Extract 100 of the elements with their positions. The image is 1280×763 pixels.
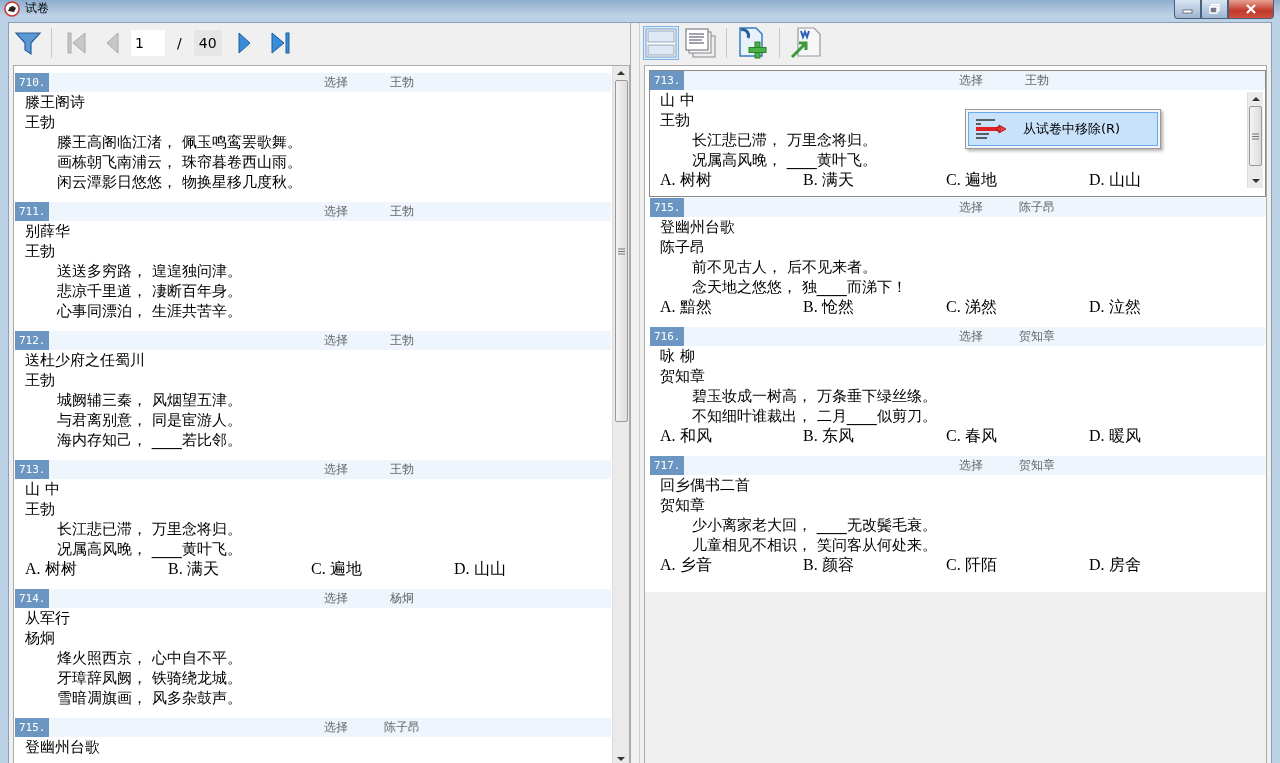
poem-title: 咏 柳 xyxy=(660,346,695,366)
answer-option: C. 遍地 xyxy=(311,559,454,579)
answer-option: D. 房舍 xyxy=(1089,555,1232,575)
answer-option: A. 黯然 xyxy=(660,297,803,317)
poem-line: 碧玉妆成一树高， 万条垂下绿丝绦。 xyxy=(692,386,937,406)
poem-line: 悲凉千里道， 凄断百年身。 xyxy=(57,281,242,301)
question-type: 选择 xyxy=(959,199,984,216)
question-author: 贺知章 xyxy=(1018,457,1056,474)
scrollbar-thumb[interactable] xyxy=(1249,106,1262,166)
poem-title: 送杜少府之任蜀川 xyxy=(25,350,145,370)
poem-title: 别薛华 xyxy=(25,221,70,241)
answer-option: C. 阡陌 xyxy=(946,555,1089,575)
close-icon xyxy=(1245,4,1257,14)
app-icon xyxy=(4,0,20,17)
question-type: 选择 xyxy=(959,72,984,89)
answer-option: C. 遍地 xyxy=(946,170,1089,190)
restore-button[interactable] xyxy=(1201,0,1228,19)
poem-line: 闲云潭影日悠悠， 物换星移几度秋。 xyxy=(57,172,302,192)
question-type: 选择 xyxy=(959,328,984,345)
poet-name: 王勃 xyxy=(660,110,690,130)
answer-option: B. 颜容 xyxy=(803,555,946,575)
poem-line: 况属高风晚， ____黄叶飞。 xyxy=(57,539,242,559)
list-view-button[interactable] xyxy=(643,26,679,60)
poem-title: 山 中 xyxy=(25,479,60,499)
question-author: 王勃 xyxy=(1024,72,1050,89)
question-number: 714. xyxy=(15,589,49,608)
poem-title: 山 中 xyxy=(660,90,695,110)
answer-option: D. 山山 xyxy=(454,559,597,579)
question-author: 陈子昂 xyxy=(1018,199,1056,216)
window-title: 试卷 xyxy=(25,0,49,17)
question-type: 选择 xyxy=(324,332,349,349)
restore-icon xyxy=(1208,4,1221,14)
poet-name: 贺知章 xyxy=(660,366,705,386)
poem-title: 回乡偶书二首 xyxy=(660,475,750,495)
poem-line: 长江悲已滞， 万里念将归。 xyxy=(57,519,242,539)
rows-icon xyxy=(645,28,677,58)
answer-option: B. 怆然 xyxy=(803,297,946,317)
up-arrow-icon xyxy=(617,70,626,76)
answer-option: D. 山山 xyxy=(1089,170,1232,190)
poem-line: 与君离别意， 同是宦游人。 xyxy=(57,410,242,430)
page-view-button[interactable] xyxy=(683,26,719,60)
poet-name: 王勃 xyxy=(25,499,55,519)
question-author: 王勃 xyxy=(389,332,415,349)
answer-option: C. 涕然 xyxy=(946,297,1089,317)
question-number: 717. xyxy=(650,456,684,475)
grip-icon xyxy=(1252,132,1259,140)
answer-option: A. 树树 xyxy=(660,170,803,190)
question-author: 杨炯 xyxy=(389,590,415,607)
minimize-button[interactable] xyxy=(1174,0,1201,19)
question-author: 王勃 xyxy=(389,203,415,220)
answer-option: C. 春风 xyxy=(946,426,1089,446)
page-number-field[interactable]: 1 xyxy=(131,30,165,56)
poem-line: 烽火照西京， 心中自不平。 xyxy=(57,648,242,668)
poem-line: 滕王高阁临江渚， 佩玉鸣鸾罢歌舞。 xyxy=(57,132,302,152)
answer-option: B. 满天 xyxy=(168,559,311,579)
close-button[interactable] xyxy=(1228,0,1274,19)
question-type: 选择 xyxy=(324,203,349,220)
page-count: 40 xyxy=(193,30,222,56)
poem-line: 送送多穷路， 遑遑独问津。 xyxy=(57,261,242,281)
scrollbar-thumb[interactable] xyxy=(614,80,628,422)
page-separator: / xyxy=(177,35,182,51)
funnel-icon xyxy=(14,29,42,57)
poem-line: 城阙辅三秦， 风烟望五津。 xyxy=(57,390,242,410)
scrollbar[interactable] xyxy=(612,66,630,763)
answer-option: D. 泣然 xyxy=(1089,297,1232,317)
skip-arrow-icon xyxy=(65,30,89,56)
document-export-icon xyxy=(789,26,823,60)
document-plus-icon xyxy=(736,26,770,60)
question-type: 选择 xyxy=(959,457,984,474)
poem-line: 念天地之悠悠， 独____而涕下！ xyxy=(692,277,907,297)
poem-title: 登幽州台歌 xyxy=(25,737,100,757)
question-number: 716. xyxy=(650,327,684,346)
remove-from-paper-menu-item[interactable]: 从试卷中移除(R) xyxy=(968,112,1158,146)
poet-name: 贺知章 xyxy=(660,495,705,515)
question-number: 715. xyxy=(15,718,49,737)
poem-line: 长江悲已滞， 万里念将归。 xyxy=(692,130,877,150)
grip-icon xyxy=(617,247,625,255)
answer-option: B. 东风 xyxy=(803,426,946,446)
question-type: 选择 xyxy=(324,590,349,607)
poem-line: 画栋朝飞南浦云， 珠帘暮卷西山雨。 xyxy=(57,152,302,172)
poem-line: 海内存知己， ____若比邻。 xyxy=(57,430,242,450)
down-arrow-icon xyxy=(1251,178,1260,184)
poem-line: 前不见古人， 后不见来者。 xyxy=(692,257,877,277)
answer-option: D. 暖风 xyxy=(1089,426,1232,446)
scrollbar[interactable] xyxy=(1247,92,1263,188)
question-type: 选择 xyxy=(324,461,349,478)
poet-name: 王勃 xyxy=(25,241,55,261)
question-number: 711. xyxy=(15,202,49,221)
poet-name: 杨炯 xyxy=(25,628,55,648)
poem-line: 儿童相见不相识， 笑问客从何处来。 xyxy=(692,535,937,555)
question-number: 715. xyxy=(650,198,684,217)
stacked-pages-icon xyxy=(685,28,717,58)
poem-title: 从军行 xyxy=(25,608,70,628)
poem-line: 心事同漂泊， 生涯共苦辛。 xyxy=(57,301,242,321)
splitter[interactable] xyxy=(630,23,640,763)
question-author: 贺知章 xyxy=(1018,328,1056,345)
question-type: 选择 xyxy=(324,74,349,91)
question-author: 王勃 xyxy=(389,74,415,91)
question-number: 713. xyxy=(15,460,49,479)
answer-option: B. 满天 xyxy=(803,170,946,190)
